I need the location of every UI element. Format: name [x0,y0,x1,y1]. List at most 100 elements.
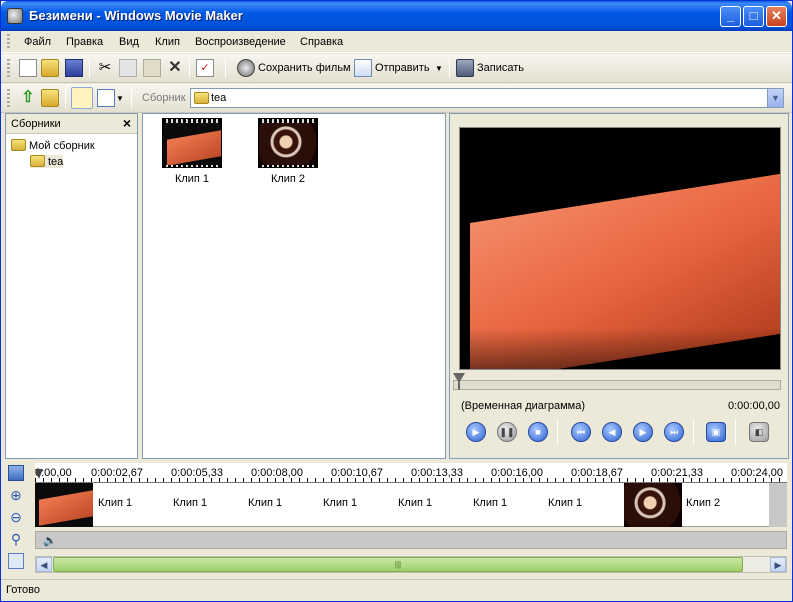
close-button[interactable]: ✕ [766,6,787,27]
video-clip-label[interactable]: Клип 1 [173,497,207,509]
video-track-clip-2-thumbnail[interactable] [624,483,682,527]
video-clip-label[interactable]: Клип 1 [248,497,282,509]
video-track[interactable]: Клип 1 Клип 1 Клип 1 Клип 1 Клип 1 Клип … [35,483,787,527]
collection-contents-pane: Клип 1 Клип 2 [142,113,446,459]
full-screen-button[interactable]: ▣ [706,422,726,442]
video-clip-label[interactable]: Клип 1 [323,497,357,509]
video-clip-label[interactable]: Клип 2 [686,497,720,509]
toolbar-separator [65,88,66,108]
toolbar-separator [449,58,450,78]
folder-icon [11,139,26,151]
stop-button[interactable]: ■ [528,422,548,442]
previous-frame-button[interactable]: ◀ [602,422,622,442]
send-button[interactable]: Отправить [375,62,430,74]
collections-pane-toggle-icon[interactable] [71,87,93,109]
menu-playback[interactable]: Воспроизведение [195,36,286,48]
collection-dropdown-chevron-icon[interactable]: ▼ [767,89,783,107]
clip-2-label: Клип 2 [270,173,306,185]
filmstrip-edge [259,165,317,167]
cut-icon[interactable]: ✂ [96,59,114,77]
menu-help[interactable]: Справка [300,36,343,48]
clip-2-image [259,123,317,165]
open-project-icon[interactable] [41,59,59,77]
next-frame-button[interactable]: ▶ [633,422,653,442]
menu-clip[interactable]: Клип [155,36,180,48]
up-arrow-icon[interactable]: ⇧ [19,89,37,107]
menu-file[interactable]: Файл [24,36,51,48]
play-button[interactable]: ▶ [466,422,486,442]
minimize-button[interactable]: _ [720,6,741,27]
timeline-playhead[interactable] [35,469,43,479]
save-movie-button[interactable]: Сохранить фильм [258,62,351,74]
video-track-clip-1-thumbnail[interactable] [35,483,93,527]
previous-frame-start-button[interactable]: ⏮ [571,422,591,442]
video-clip-label[interactable]: Клип 1 [548,497,582,509]
status-text: Готово [6,584,40,596]
split-clip-button[interactable]: ◧ [749,422,769,442]
player-separator [693,419,694,445]
preview-screen [459,127,781,370]
preview-shadow [460,328,780,369]
video-clip-label[interactable]: Клип 1 [398,497,432,509]
clip-thumbnail-2[interactable] [258,118,318,168]
clip-1-image [163,123,221,165]
menu-edit[interactable]: Правка [66,36,103,48]
collection-dropdown-value: tea [211,92,227,104]
preview-time: 0:00:00,00 [728,400,780,412]
tree-item-tea[interactable]: tea [30,155,64,168]
preview-source-label: (Временная диаграмма) [461,400,586,412]
paste-icon[interactable] [143,59,161,77]
send-dropdown-chevron-icon[interactable]: ▼ [435,64,443,73]
toolbar-separator [225,58,226,78]
toolbar-separator [131,88,132,108]
collection-dropdown[interactable]: tea ▼ [190,88,784,108]
toolbar-separator [189,58,190,78]
tree-item-label: Мой сборник [29,140,95,152]
audio-levels-icon[interactable] [8,553,24,569]
scroll-right-arrow-icon[interactable]: ▶ [770,557,786,572]
seek-handle-stem [458,376,460,390]
send-envelope-icon[interactable] [354,59,372,77]
collections-pane-close-icon[interactable]: × [123,115,131,131]
new-project-icon[interactable] [19,59,37,77]
record-disc-icon[interactable] [456,59,474,77]
zoom-in-icon[interactable]: ⊕ [8,487,24,503]
collection-label: Сборник [142,92,186,104]
save-project-icon[interactable] [65,59,83,77]
delete-icon[interactable]: ✕ [166,59,184,77]
tree-item-my-collection[interactable]: Мой сборник [11,139,95,152]
timeline-ruler[interactable]: 0:00,00 0:00:02,67 0:00:05,33 0:00:08,00… [35,463,787,483]
views-dropdown-chevron-icon[interactable]: ▼ [116,94,124,103]
clip-thumbnail-1[interactable] [162,118,222,168]
seek-bar[interactable] [453,380,781,390]
show-storyboard-icon[interactable] [8,465,24,481]
video-clip-label[interactable]: Клип 1 [473,497,507,509]
collections-pane: Сборники × Мой сборник tea [5,113,138,459]
narrate-microphone-icon[interactable]: ⚲ [8,531,24,547]
ruler-ticks [35,478,787,482]
record-button[interactable]: Записать [477,62,524,74]
views-icon[interactable] [97,89,115,107]
menu-view[interactable]: Вид [119,36,139,48]
collections-toolbar: ⇧ ▼ Сборник tea ▼ [1,84,792,113]
copy-icon[interactable] [119,59,137,77]
zoom-out-icon[interactable]: ⊖ [8,509,24,525]
scroll-left-arrow-icon[interactable]: ◀ [36,557,52,572]
scrollbar-thumb[interactable]: ||| [53,557,743,572]
new-collection-folder-icon[interactable] [41,89,59,107]
save-movie-icon[interactable] [237,59,255,77]
next-clip-button[interactable]: ⏭ [664,422,684,442]
status-bar: Готово [1,579,792,601]
video-clip-label[interactable]: Клип 1 [98,497,132,509]
pause-button[interactable]: ❚❚ [497,422,517,442]
properties-icon[interactable]: ✓ [196,59,214,77]
player-separator [557,419,558,445]
toolbar-separator [89,58,90,78]
collections-pane-title: Сборники [11,118,61,130]
window-title: Безимени - Windows Movie Maker [29,8,243,23]
audio-track[interactable]: 🔈 [35,531,787,549]
timeline-horizontal-scrollbar[interactable]: ◀ ||| ▶ [35,556,787,573]
maximize-button[interactable]: □ [743,6,764,27]
menu-bar: Файл Правка Вид Клип Воспроизведение Спр… [1,31,792,53]
speaker-icon: 🔈 [43,535,57,547]
